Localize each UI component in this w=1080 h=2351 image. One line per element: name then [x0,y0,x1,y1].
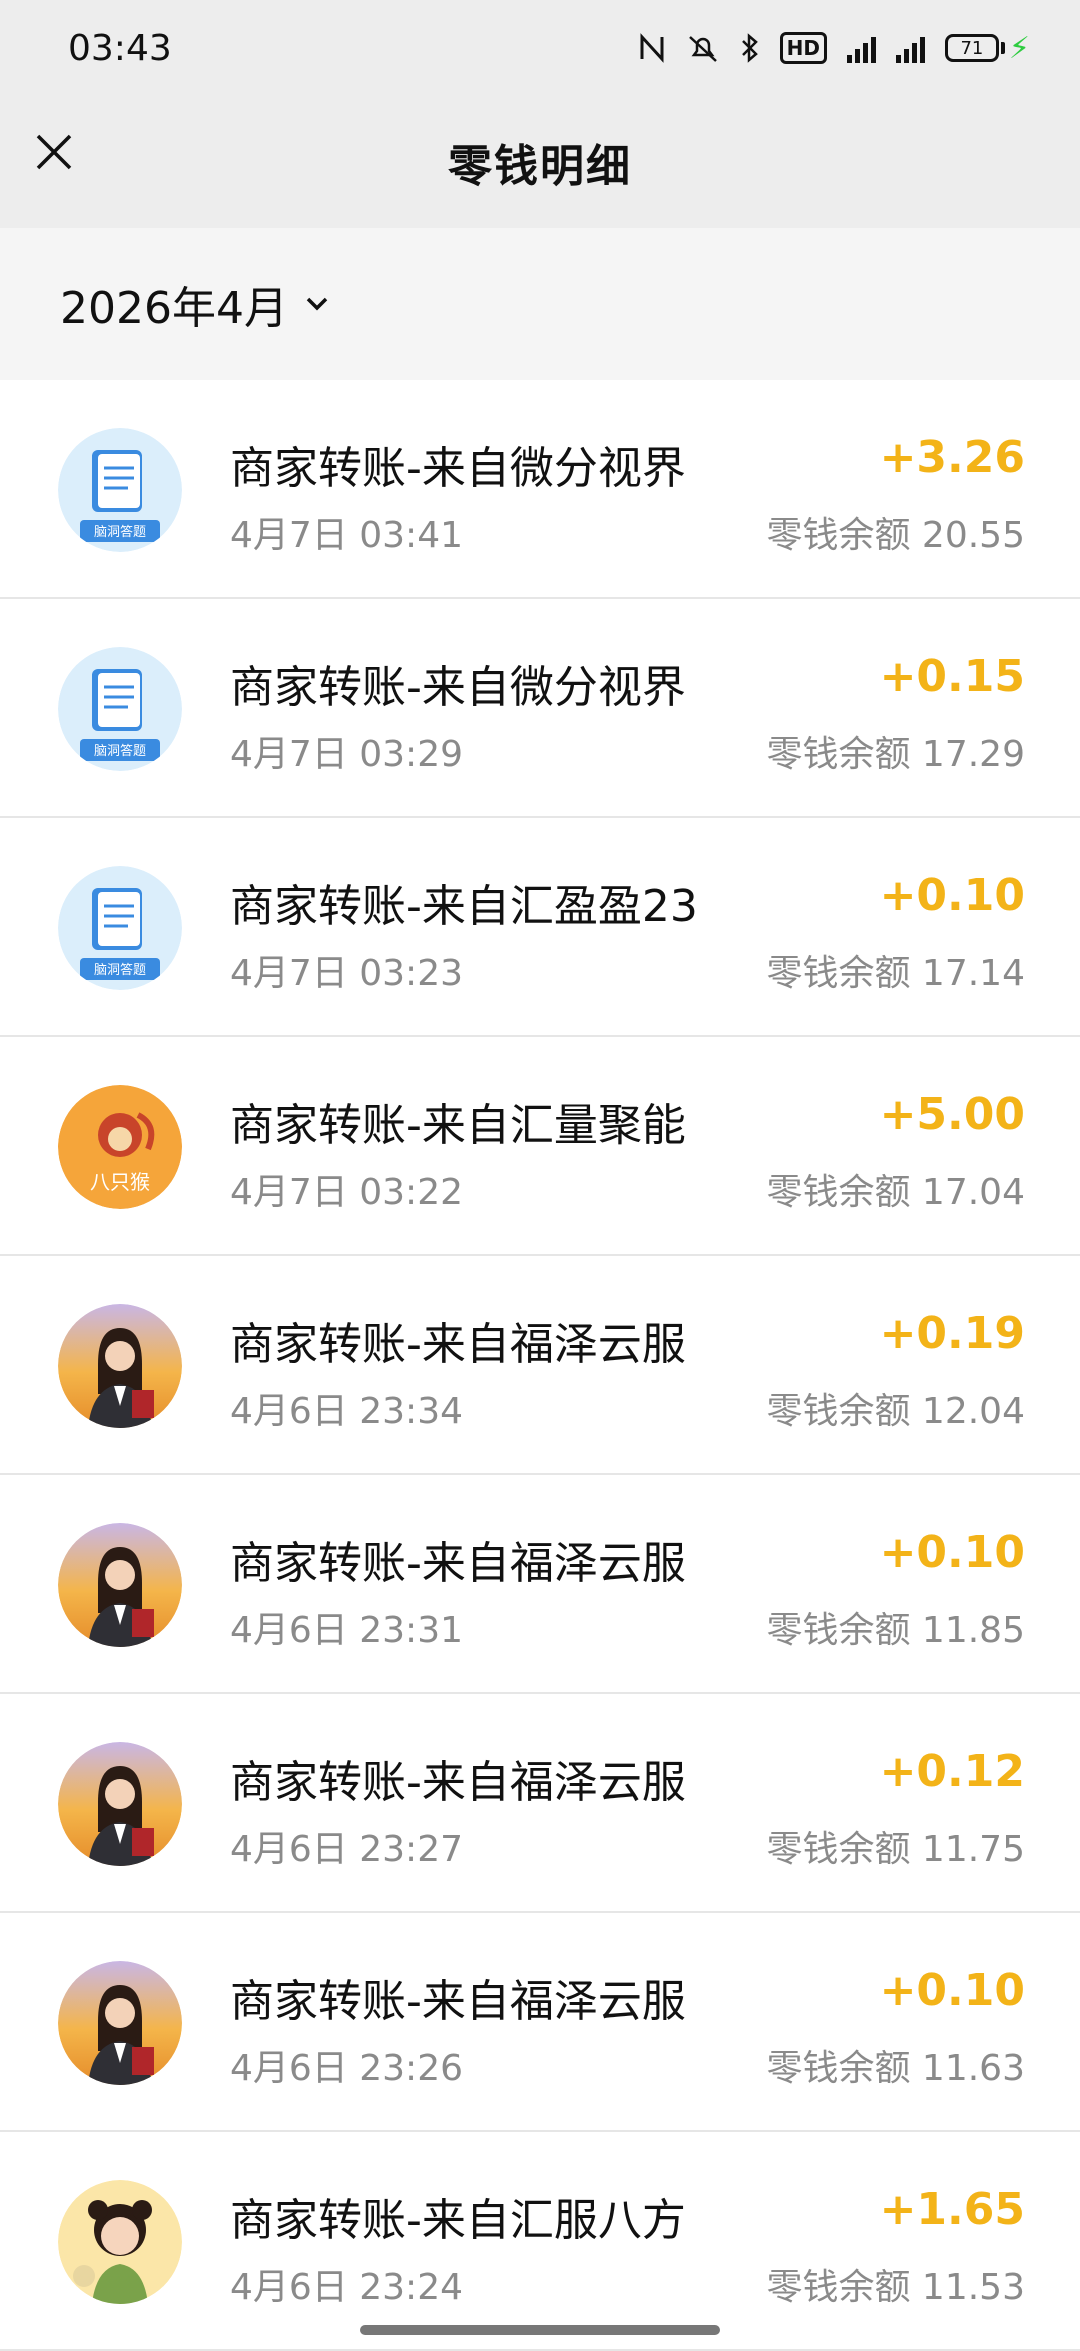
transaction-amount: +5.00 [879,1089,1025,1140]
transaction-title: 商家转账-来自汇盈盈23 [230,881,698,932]
transaction-row[interactable]: 八只猴 商家转账-来自汇量聚能 4月7日 03:22 +5.00 零钱余额 17… [0,1037,1080,1256]
page-title: 零钱明细 [448,141,632,192]
transaction-time: 4月6日 23:26 [230,2048,463,2089]
header: 零钱明细 [0,96,1080,228]
transaction-amount: +1.65 [879,2184,1025,2235]
transaction-row[interactable]: 脑洞答题 商家转账-来自微分视界 4月7日 03:29 +0.15 零钱余额 1… [0,599,1080,818]
transaction-time: 4月6日 23:27 [230,1829,463,1870]
transaction-title: 商家转账-来自汇服八方 [230,2195,686,2246]
transaction-balance: 零钱余额 20.55 [766,515,1025,556]
signal-4g-icon [846,33,876,63]
transaction-time: 4月6日 23:31 [230,1610,463,1651]
transaction-row[interactable]: 商家转账-来自福泽云服 4月6日 23:27 +0.12 零钱余额 11.75 [0,1694,1080,1913]
transaction-amount: +3.26 [879,432,1025,483]
transaction-amount: +0.10 [879,870,1025,921]
transaction-row[interactable]: 商家转账-来自福泽云服 4月6日 23:31 +0.10 零钱余额 11.85 [0,1475,1080,1694]
transaction-time: 4月7日 03:22 [230,1172,463,1213]
transaction-amount: +0.15 [879,651,1025,702]
transaction-row[interactable]: 商家转账-来自汇服八方 4月6日 23:24 +1.65 零钱余额 11.53 [0,2132,1080,2351]
transaction-list: 脑洞答题 商家转账-来自微分视界 4月7日 03:41 +3.26 零钱余额 2… [0,380,1080,2351]
home-indicator[interactable] [360,2325,720,2335]
signal-4g-icon [895,33,925,63]
chevron-down-icon [306,297,328,311]
avatar-label: 脑洞答题 [94,743,146,759]
transaction-time: 4月6日 23:34 [230,1391,463,1432]
transaction-time: 4月7日 03:29 [230,734,463,775]
month-label: 2026年4月 [60,283,288,334]
avatar-label: 脑洞答题 [94,962,146,978]
transaction-title: 商家转账-来自福泽云服 [230,1757,686,1808]
transaction-row[interactable]: 脑洞答题 商家转账-来自汇盈盈23 4月7日 03:23 +0.10 零钱余额 … [0,818,1080,1037]
merchant-avatar [58,1523,182,1647]
transaction-balance: 零钱余额 17.04 [766,1172,1025,1213]
transaction-title: 商家转账-来自福泽云服 [230,1976,686,2027]
merchant-avatar [58,1961,182,2085]
battery-icon: 71 ⚡ [944,30,1030,66]
transaction-title: 商家转账-来自福泽云服 [230,1538,686,1589]
transaction-time: 4月7日 03:41 [230,515,463,556]
merchant-avatar [58,1742,182,1866]
transaction-amount: +0.10 [879,1527,1025,1578]
transaction-balance: 零钱余额 11.63 [766,2048,1025,2089]
mute-icon [686,33,720,63]
transaction-balance: 零钱余额 11.75 [766,1829,1025,1870]
merchant-avatar [58,2180,182,2304]
avatar-label: 八只猴 [90,1170,150,1194]
avatar-label: 脑洞答题 [94,524,146,540]
bluetooth-icon [740,33,760,63]
transaction-time: 4月7日 03:23 [230,953,463,994]
transaction-balance: 零钱余额 11.53 [766,2267,1025,2308]
battery-level: 71 [944,34,999,62]
charging-icon: ⚡ [1008,30,1030,66]
transaction-row[interactable]: 脑洞答题 商家转账-来自微分视界 4月7日 03:41 +3.26 零钱余额 2… [0,380,1080,599]
transaction-balance: 零钱余额 11.85 [766,1610,1025,1651]
transaction-amount: +0.10 [879,1965,1025,2016]
transaction-amount: +0.12 [879,1746,1025,1797]
merchant-avatar: 脑洞答题 [58,647,182,771]
nfc-icon [638,33,666,63]
month-filter-bar: 2026年4月 [0,228,1080,380]
merchant-avatar: 脑洞答题 [58,428,182,552]
transaction-time: 4月6日 23:24 [230,2267,463,2308]
merchant-avatar: 脑洞答题 [58,866,182,990]
merchant-avatar: 八只猴 [58,1085,182,1209]
hd-icon: HD [779,32,827,64]
month-selector[interactable]: 2026年4月 [60,272,330,336]
transaction-title: 商家转账-来自微分视界 [230,662,686,713]
transaction-row[interactable]: 商家转账-来自福泽云服 4月6日 23:34 +0.19 零钱余额 12.04 [0,1256,1080,1475]
transaction-balance: 零钱余额 17.14 [766,953,1025,994]
merchant-avatar [58,1304,182,1428]
transaction-row[interactable]: 商家转账-来自福泽云服 4月6日 23:26 +0.10 零钱余额 11.63 [0,1913,1080,2132]
status-icons: HD 71 ⚡ [638,31,1030,66]
transaction-title: 商家转账-来自福泽云服 [230,1319,686,1370]
close-icon[interactable] [32,130,76,174]
status-time: 03:43 [68,27,172,69]
transaction-amount: +0.19 [879,1308,1025,1359]
status-bar: 03:43 HD 71 ⚡ [0,0,1080,96]
transaction-title: 商家转账-来自微分视界 [230,443,686,494]
transaction-title: 商家转账-来自汇量聚能 [230,1100,686,1151]
transaction-balance: 零钱余额 17.29 [766,734,1025,775]
transaction-balance: 零钱余额 12.04 [766,1391,1025,1432]
